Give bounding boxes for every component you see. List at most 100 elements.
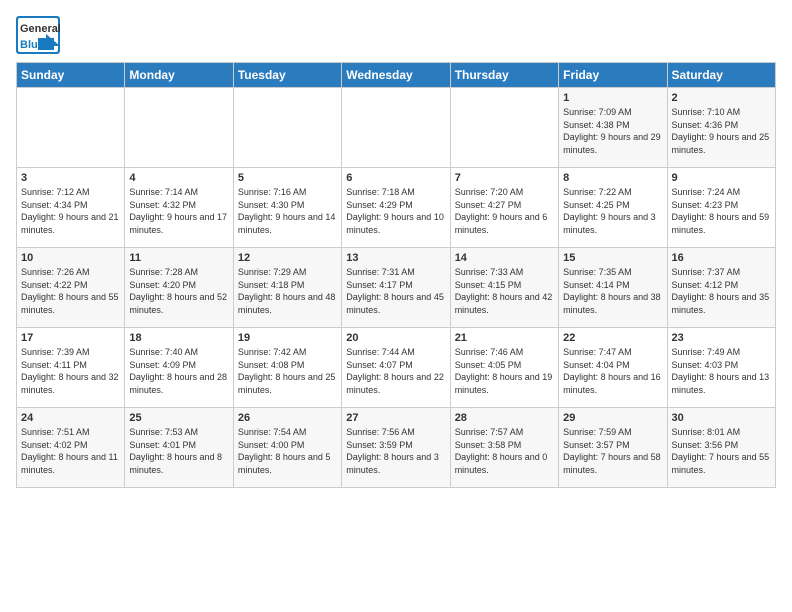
day-info: Sunrise: 7:44 AM Sunset: 4:07 PM Dayligh…	[346, 346, 445, 396]
day-cell: 30 Sunrise: 8:01 AM Sunset: 3:56 PM Dayli…	[667, 408, 775, 488]
day-cell: 15 Sunrise: 7:35 AM Sunset: 4:14 PM Dayli…	[559, 248, 667, 328]
day-info: Sunrise: 7:20 AM Sunset: 4:27 PM Dayligh…	[455, 186, 554, 236]
day-info: Sunrise: 7:33 AM Sunset: 4:15 PM Dayligh…	[455, 266, 554, 316]
day-number: 6	[346, 172, 445, 184]
day-cell	[233, 88, 341, 168]
day-info: Sunrise: 7:53 AM Sunset: 4:01 PM Dayligh…	[129, 426, 228, 476]
svg-text:General: General	[20, 23, 60, 35]
day-number: 29	[563, 412, 662, 424]
day-cell: 24 Sunrise: 7:51 AM Sunset: 4:02 PM Dayli…	[17, 408, 125, 488]
day-number: 5	[238, 172, 337, 184]
week-row-5: 24 Sunrise: 7:51 AM Sunset: 4:02 PM Dayli…	[17, 408, 776, 488]
day-cell: 28 Sunrise: 7:57 AM Sunset: 3:58 PM Dayli…	[450, 408, 558, 488]
day-number: 20	[346, 332, 445, 344]
day-cell	[17, 88, 125, 168]
day-number: 26	[238, 412, 337, 424]
day-number: 17	[21, 332, 120, 344]
day-cell: 19 Sunrise: 7:42 AM Sunset: 4:08 PM Dayli…	[233, 328, 341, 408]
day-cell: 10 Sunrise: 7:26 AM Sunset: 4:22 PM Dayli…	[17, 248, 125, 328]
day-info: Sunrise: 7:26 AM Sunset: 4:22 PM Dayligh…	[21, 266, 120, 316]
day-number: 1	[563, 92, 662, 104]
col-header-wednesday: Wednesday	[342, 63, 450, 88]
day-cell: 18 Sunrise: 7:40 AM Sunset: 4:09 PM Dayli…	[125, 328, 233, 408]
day-number: 23	[672, 332, 771, 344]
day-info: Sunrise: 7:24 AM Sunset: 4:23 PM Dayligh…	[672, 186, 771, 236]
day-info: Sunrise: 7:42 AM Sunset: 4:08 PM Dayligh…	[238, 346, 337, 396]
day-number: 27	[346, 412, 445, 424]
day-info: Sunrise: 7:51 AM Sunset: 4:02 PM Dayligh…	[21, 426, 120, 476]
week-row-3: 10 Sunrise: 7:26 AM Sunset: 4:22 PM Dayli…	[17, 248, 776, 328]
day-cell: 12 Sunrise: 7:29 AM Sunset: 4:18 PM Dayli…	[233, 248, 341, 328]
day-info: Sunrise: 7:10 AM Sunset: 4:36 PM Dayligh…	[672, 106, 771, 156]
day-info: Sunrise: 7:18 AM Sunset: 4:29 PM Dayligh…	[346, 186, 445, 236]
day-info: Sunrise: 7:29 AM Sunset: 4:18 PM Dayligh…	[238, 266, 337, 316]
week-row-1: 1Sunrise: 7:09 AM Sunset: 4:38 PM Daylig…	[17, 88, 776, 168]
day-cell	[125, 88, 233, 168]
day-cell: 13Sunrise: 7:31 AM Sunset: 4:17 PM Dayli…	[342, 248, 450, 328]
day-number: 18	[129, 332, 228, 344]
day-cell: 23 Sunrise: 7:49 AM Sunset: 4:03 PM Dayli…	[667, 328, 775, 408]
day-number: 30	[672, 412, 771, 424]
day-info: Sunrise: 7:37 AM Sunset: 4:12 PM Dayligh…	[672, 266, 771, 316]
calendar-table: SundayMondayTuesdayWednesdayThursdayFrid…	[16, 62, 776, 488]
col-header-saturday: Saturday	[667, 63, 775, 88]
day-info: Sunrise: 7:35 AM Sunset: 4:14 PM Dayligh…	[563, 266, 662, 316]
col-header-thursday: Thursday	[450, 63, 558, 88]
day-number: 28	[455, 412, 554, 424]
day-cell: 20 Sunrise: 7:44 AM Sunset: 4:07 PM Dayli…	[342, 328, 450, 408]
day-number: 2	[672, 92, 771, 104]
day-info: Sunrise: 7:12 AM Sunset: 4:34 PM Dayligh…	[21, 186, 120, 236]
day-info: Sunrise: 7:22 AM Sunset: 4:25 PM Dayligh…	[563, 186, 662, 236]
day-info: Sunrise: 7:49 AM Sunset: 4:03 PM Dayligh…	[672, 346, 771, 396]
day-number: 10	[21, 252, 120, 264]
col-header-monday: Monday	[125, 63, 233, 88]
day-cell: 21 Sunrise: 7:46 AM Sunset: 4:05 PM Dayli…	[450, 328, 558, 408]
day-cell: 2 Sunrise: 7:10 AM Sunset: 4:36 PM Daylig…	[667, 88, 775, 168]
day-number: 12	[238, 252, 337, 264]
day-info: Sunrise: 7:31 AM Sunset: 4:17 PM Dayligh…	[346, 266, 445, 316]
day-cell: 27Sunrise: 7:56 AM Sunset: 3:59 PM Dayli…	[342, 408, 450, 488]
col-header-sunday: Sunday	[17, 63, 125, 88]
col-header-tuesday: Tuesday	[233, 63, 341, 88]
day-number: 24	[21, 412, 120, 424]
day-number: 3	[21, 172, 120, 184]
day-number: 11	[129, 252, 228, 264]
day-number: 4	[129, 172, 228, 184]
day-info: Sunrise: 7:57 AM Sunset: 3:58 PM Dayligh…	[455, 426, 554, 476]
day-number: 7	[455, 172, 554, 184]
day-cell: 26 Sunrise: 7:54 AM Sunset: 4:00 PM Dayli…	[233, 408, 341, 488]
day-cell: 16 Sunrise: 7:37 AM Sunset: 4:12 PM Dayli…	[667, 248, 775, 328]
day-cell: 29 Sunrise: 7:59 AM Sunset: 3:57 PM Dayli…	[559, 408, 667, 488]
day-info: Sunrise: 8:01 AM Sunset: 3:56 PM Dayligh…	[672, 426, 771, 476]
week-row-2: 3 Sunrise: 7:12 AM Sunset: 4:34 PM Daylig…	[17, 168, 776, 248]
day-number: 16	[672, 252, 771, 264]
day-number: 9	[672, 172, 771, 184]
day-number: 22	[563, 332, 662, 344]
day-cell: 5 Sunrise: 7:16 AM Sunset: 4:30 PM Daylig…	[233, 168, 341, 248]
day-cell: 17 Sunrise: 7:39 AM Sunset: 4:11 PM Dayli…	[17, 328, 125, 408]
day-info: Sunrise: 7:46 AM Sunset: 4:05 PM Dayligh…	[455, 346, 554, 396]
day-cell: 8Sunrise: 7:22 AM Sunset: 4:25 PM Daylig…	[559, 168, 667, 248]
day-cell: 1Sunrise: 7:09 AM Sunset: 4:38 PM Daylig…	[559, 88, 667, 168]
day-info: Sunrise: 7:59 AM Sunset: 3:57 PM Dayligh…	[563, 426, 662, 476]
day-cell: 4 Sunrise: 7:14 AM Sunset: 4:32 PM Daylig…	[125, 168, 233, 248]
day-info: Sunrise: 7:39 AM Sunset: 4:11 PM Dayligh…	[21, 346, 120, 396]
col-header-friday: Friday	[559, 63, 667, 88]
day-number: 21	[455, 332, 554, 344]
day-cell	[450, 88, 558, 168]
day-cell: 14Sunrise: 7:33 AM Sunset: 4:15 PM Dayli…	[450, 248, 558, 328]
day-cell: 6 Sunrise: 7:18 AM Sunset: 4:29 PM Daylig…	[342, 168, 450, 248]
day-cell: 22Sunrise: 7:47 AM Sunset: 4:04 PM Dayli…	[559, 328, 667, 408]
logo-icon: General Blue	[16, 16, 60, 54]
day-number: 15	[563, 252, 662, 264]
day-info: Sunrise: 7:16 AM Sunset: 4:30 PM Dayligh…	[238, 186, 337, 236]
page-header: General Blue	[16, 16, 776, 54]
day-info: Sunrise: 7:54 AM Sunset: 4:00 PM Dayligh…	[238, 426, 337, 476]
day-info: Sunrise: 7:40 AM Sunset: 4:09 PM Dayligh…	[129, 346, 228, 396]
day-info: Sunrise: 7:28 AM Sunset: 4:20 PM Dayligh…	[129, 266, 228, 316]
day-cell: 7 Sunrise: 7:20 AM Sunset: 4:27 PM Daylig…	[450, 168, 558, 248]
day-cell: 9 Sunrise: 7:24 AM Sunset: 4:23 PM Daylig…	[667, 168, 775, 248]
day-number: 19	[238, 332, 337, 344]
week-row-4: 17 Sunrise: 7:39 AM Sunset: 4:11 PM Dayli…	[17, 328, 776, 408]
day-info: Sunrise: 7:14 AM Sunset: 4:32 PM Dayligh…	[129, 186, 228, 236]
